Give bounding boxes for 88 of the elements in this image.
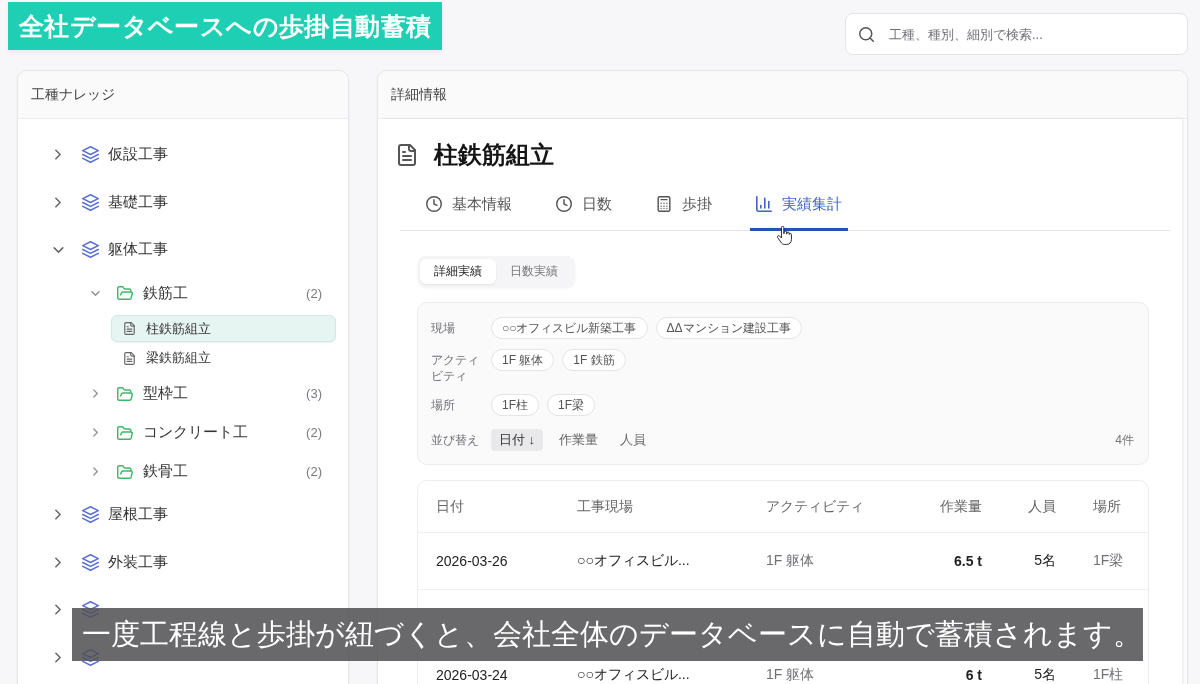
filter-chip[interactable]: 1F 鉄筋 [562, 349, 626, 371]
search-icon [859, 26, 874, 42]
chevron-down-icon[interactable] [91, 290, 100, 296]
tree-item-label[interactable]: 躯体工事 [108, 240, 168, 260]
title-banner: 全社データベースへの歩掛自動蓄積 [8, 2, 443, 50]
table-cell-text: 1F 躯体 [766, 552, 816, 570]
chevron-right-icon[interactable] [93, 389, 98, 398]
clock-icon [426, 196, 442, 212]
layers-icon [82, 241, 99, 259]
tree-item-label[interactable]: 鉄筋工 [143, 283, 188, 303]
panel-header: 詳細情報 [378, 71, 1187, 119]
table-cell-text: ○○オフィスビル... [577, 552, 691, 570]
subtitle-caption: 一度工程線と歩掛が紐づくと、会社全体のデータベースに自動で蓄積されます。 [72, 608, 1143, 661]
tree-item-label[interactable]: 外装工事 [108, 552, 168, 572]
document-icon [124, 322, 135, 335]
tree-item-label[interactable]: 基礎工事 [108, 192, 168, 212]
sort-label: 並び替え [431, 432, 480, 448]
table-cell-text: 5名 [1033, 666, 1056, 684]
column-header: 人員 [1027, 497, 1056, 516]
item-count: (2) [306, 464, 322, 479]
filter-chip[interactable]: 1F 躯体 [491, 349, 555, 371]
table-cell-text: 1F梁 [1092, 552, 1125, 570]
detail-title: 柱鉄筋組立 [434, 140, 554, 170]
folder-icon [117, 386, 133, 401]
column-header: アクティビティ [766, 497, 865, 516]
column-header: 作業量 [939, 497, 982, 516]
table-cell-text: 5名 [1033, 552, 1056, 570]
sort-option[interactable]: 人員 [614, 429, 653, 451]
chevron-right-icon[interactable] [93, 428, 98, 437]
chevron-down-icon[interactable] [53, 246, 64, 253]
layers-icon [82, 506, 99, 524]
table-cell-text: 6.5 t [953, 553, 982, 569]
bar-chart-icon [756, 196, 772, 212]
tree-item-label[interactable]: 屋根工事 [108, 505, 168, 525]
chevron-right-icon[interactable] [55, 556, 61, 568]
panel-header: 工種ナレッジ [18, 71, 348, 119]
search-field[interactable]: 工種、種別、細別で検索... [845, 13, 1188, 55]
result-count: 4件 [1115, 431, 1134, 449]
chevron-right-icon[interactable] [55, 196, 61, 208]
clock-icon [556, 196, 572, 212]
document-icon [398, 144, 416, 166]
chevron-right-icon[interactable] [55, 509, 61, 521]
tree-item-label[interactable]: 鉄骨工 [143, 462, 188, 481]
folder-icon [117, 425, 133, 440]
tab[interactable]: 日数 [550, 186, 618, 231]
folder-icon [117, 464, 133, 479]
table-cell-text: ○○オフィスビル... [577, 666, 691, 684]
chevron-right-icon[interactable] [55, 651, 61, 663]
tree-item-label[interactable]: 型枠工 [143, 384, 188, 403]
layers-icon [82, 193, 99, 211]
column-header: 工事現場 [577, 497, 634, 516]
hand-cursor-icon [777, 226, 792, 245]
sort-option[interactable]: 作業量 [553, 429, 605, 451]
item-count: (3) [306, 386, 322, 401]
tree-item[interactable]: 梁鉄筋組立 [111, 344, 336, 372]
filter-chip[interactable]: 1F梁 [547, 394, 596, 416]
tree-item[interactable]: 柱鉄筋組立 [111, 315, 336, 342]
tab[interactable]: 歩掛 [650, 186, 718, 231]
item-count: (2) [306, 425, 322, 440]
calculator-icon [656, 196, 672, 212]
table-cell-text: 1F柱 [1092, 666, 1125, 684]
item-count: (2) [306, 285, 322, 301]
chevron-right-icon[interactable] [55, 604, 61, 616]
column-header: 日付 [436, 497, 465, 516]
folder-icon [117, 286, 133, 300]
filter-label: アクティビティ [431, 352, 480, 384]
sort-option[interactable]: 日付 ↓ [491, 429, 544, 451]
document-icon [124, 351, 135, 365]
table-cell-text: 2026-03-26 [436, 553, 509, 569]
filter-chip[interactable]: 1F柱 [491, 394, 539, 416]
layers-icon [82, 146, 99, 164]
column-header: 場所 [1092, 497, 1122, 516]
tab[interactable]: 基本情報 [420, 186, 518, 231]
filter-label: 現場 [431, 320, 456, 336]
table-cell-text: 1F 躯体 [766, 666, 816, 684]
table-cell-text: 2026-03-24 [436, 667, 509, 683]
filter-chip[interactable]: ○○オフィスビル新築工事 [491, 317, 648, 339]
filter-chip[interactable]: ΔΔマンション建設工事 [655, 317, 802, 339]
tree-item-label[interactable]: コンクリート工 [143, 423, 248, 442]
table-cell-text: 6 t [964, 667, 982, 683]
segment-tab[interactable]: 日数実績 [496, 259, 572, 284]
filter-label: 場所 [431, 397, 456, 413]
tree-item-label[interactable]: 仮設工事 [108, 145, 168, 165]
tab[interactable]: 実績集計 [750, 186, 848, 231]
chevron-right-icon[interactable] [55, 149, 61, 161]
segment-tab[interactable]: 詳細実績 [420, 259, 496, 284]
layers-icon [82, 553, 99, 571]
chevron-right-icon[interactable] [93, 467, 98, 476]
